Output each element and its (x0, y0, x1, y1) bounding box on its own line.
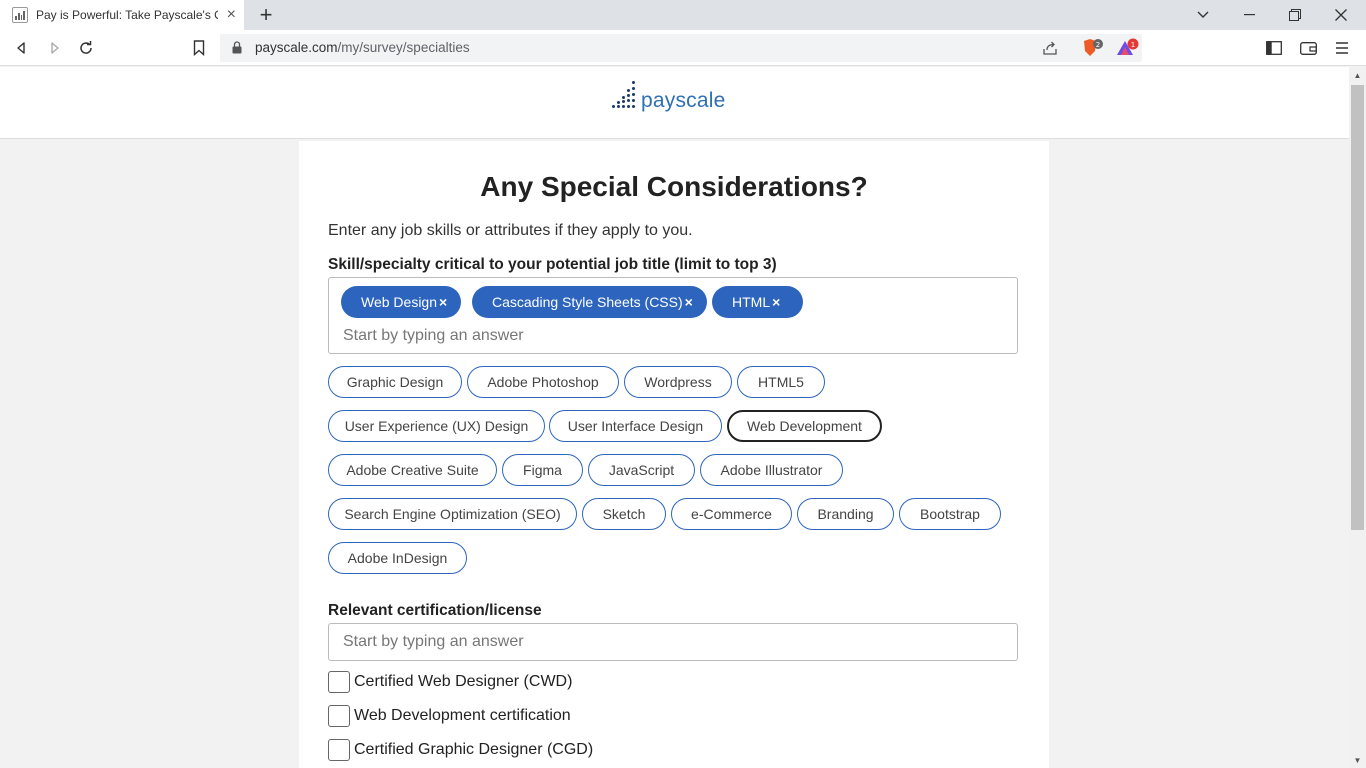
logo-dots-icon (612, 81, 636, 113)
sidebar-icon[interactable] (1262, 36, 1286, 60)
skill-suggestion-pill[interactable]: User Interface Design (549, 410, 722, 442)
back-icon[interactable] (10, 36, 34, 60)
skill-suggestion-pill[interactable]: Figma (502, 454, 583, 486)
favicon-icon (12, 7, 28, 23)
page-viewport: payscale Any Special Considerations? Ent… (0, 67, 1349, 768)
chip-label: Cascading Style Sheets (CSS) (492, 294, 683, 310)
page-scrollbar[interactable]: ▲ ▼ (1349, 67, 1366, 768)
page-title: Any Special Considerations? (480, 171, 868, 202)
skill-suggestion-pill[interactable]: Adobe Photoshop (467, 366, 619, 398)
tab-title: Pay is Powerful: Take Payscale's O (36, 8, 218, 22)
new-tab-button[interactable]: + (256, 4, 276, 26)
chip-label: HTML (732, 294, 771, 310)
share-icon[interactable] (1042, 40, 1058, 56)
checkbox-label: Certified Web Designer (CWD) (354, 673, 573, 690)
forward-icon[interactable] (42, 36, 66, 60)
skill-suggestion-pill[interactable]: Adobe InDesign (328, 542, 467, 574)
skills-search-input[interactable] (343, 325, 1003, 347)
address-bar[interactable]: payscale.com/my/survey/specialties 2 1 (220, 34, 1142, 62)
remove-chip-icon[interactable]: × (439, 294, 447, 310)
scroll-down-icon[interactable]: ▼ (1349, 752, 1366, 768)
skill-suggestion-pill[interactable]: Adobe Creative Suite (328, 454, 497, 486)
tab-strip: Pay is Powerful: Take Payscale's O × + (0, 0, 1366, 30)
minimize-button[interactable] (1226, 0, 1272, 30)
chip-label: Web Design (361, 294, 438, 310)
menu-icon[interactable] (1330, 36, 1354, 60)
certification-option[interactable]: Certified Graphic Designer (CGD) (328, 739, 593, 761)
survey-card: Any Special Considerations? Enter any jo… (299, 141, 1049, 768)
url-text: payscale.com/my/survey/specialties (255, 40, 470, 55)
brave-shield-icon[interactable]: 2 (1082, 38, 1104, 58)
skill-suggestion-pill[interactable]: JavaScript (588, 454, 695, 486)
skill-suggestion-pill[interactable]: Branding (797, 498, 894, 530)
selected-skill-chip[interactable]: Web Design × (341, 286, 461, 318)
lock-icon (232, 41, 242, 54)
skills-tag-input-box[interactable]: Web Design × Cascading Style Sheets (CSS)… (328, 277, 1018, 354)
scroll-up-icon[interactable]: ▲ (1349, 67, 1366, 83)
bookmark-icon[interactable] (187, 36, 211, 60)
browser-tab[interactable]: Pay is Powerful: Take Payscale's O × (0, 0, 244, 30)
skills-label: Skill/specialty critical to your potenti… (328, 256, 777, 273)
url-path: /my/survey/specialties (337, 40, 470, 55)
scroll-thumb[interactable] (1351, 85, 1364, 530)
remove-chip-icon[interactable]: × (685, 294, 693, 310)
site-header: payscale (0, 67, 1349, 139)
selected-skill-chip[interactable]: Cascading Style Sheets (CSS) × (472, 286, 707, 318)
rewards-badge-count: 1 (1131, 41, 1135, 49)
checkbox[interactable] (328, 739, 350, 761)
checkbox-label: Web Development certification (354, 707, 571, 724)
url-host: payscale.com (255, 40, 338, 55)
skill-suggestion-pill[interactable]: User Experience (UX) Design (328, 410, 545, 442)
browser-toolbar: payscale.com/my/survey/specialties 2 1 (0, 30, 1366, 66)
brave-rewards-icon[interactable]: 1 (1115, 38, 1139, 58)
skill-suggestion-pill[interactable]: Web Development (727, 410, 882, 442)
certification-label: Relevant certification/license (328, 602, 542, 619)
brave-badge-count: 2 (1096, 41, 1100, 49)
close-window-button[interactable] (1318, 0, 1364, 30)
skill-suggestion-pill[interactable]: Graphic Design (328, 366, 462, 398)
checkbox-label: Certified Graphic Designer (CGD) (354, 741, 594, 758)
certification-search-input[interactable] (328, 623, 1018, 661)
checkbox[interactable] (328, 705, 350, 727)
tab-search-icon[interactable] (1180, 0, 1226, 30)
certification-option[interactable]: Certified Web Designer (CWD) (328, 671, 572, 693)
skill-suggestion-pill[interactable]: Sketch (582, 498, 666, 530)
certification-option[interactable]: Web Development certification (328, 705, 571, 727)
skill-suggestion-pill[interactable]: Adobe Illustrator (700, 454, 843, 486)
skill-suggestion-pill[interactable]: Bootstrap (899, 498, 1001, 530)
selected-skill-chip[interactable]: HTML × (712, 286, 803, 318)
remove-chip-icon[interactable]: × (772, 294, 780, 310)
wallet-icon[interactable] (1296, 36, 1320, 60)
logo-text: payscale (641, 89, 726, 112)
skill-suggestion-pill[interactable]: HTML5 (737, 366, 825, 398)
tab-close-icon[interactable]: × (227, 7, 236, 23)
skill-suggestion-pill[interactable]: Wordpress (624, 366, 732, 398)
skill-suggestion-pill[interactable]: Search Engine Optimization (SEO) (328, 498, 577, 530)
payscale-logo[interactable]: payscale (612, 81, 725, 113)
reload-icon[interactable] (74, 36, 98, 60)
restore-button[interactable] (1272, 0, 1318, 30)
skill-suggestion-pill[interactable]: e-Commerce (671, 498, 792, 530)
checkbox[interactable] (328, 671, 350, 693)
intro-text: Enter any job skills or attributes if th… (328, 222, 693, 239)
